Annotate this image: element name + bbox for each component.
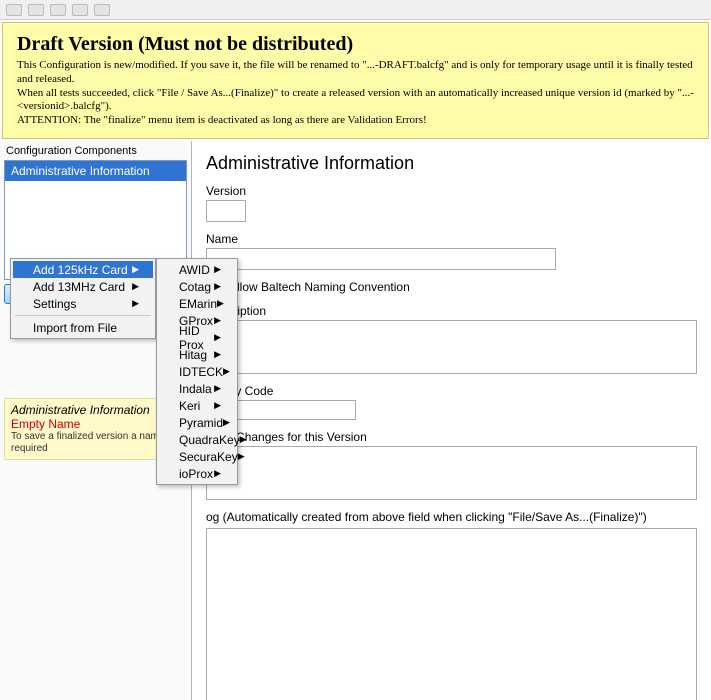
follow-naming-label: Follow Baltech Naming Convention <box>223 280 410 294</box>
toolbar-icon[interactable] <box>50 4 66 16</box>
menu-label: Import from File <box>33 321 117 335</box>
page-title: Administrative Information <box>206 153 697 174</box>
toolbar <box>0 0 711 20</box>
submenu-quadrakey[interactable]: QuadraKey▶ <box>159 431 235 448</box>
validation-warning: Empty Name <box>11 417 180 431</box>
component-item-admin-info[interactable]: Administrative Information <box>5 161 186 181</box>
submenu-indala[interactable]: Indala▶ <box>159 380 235 397</box>
chevron-right-icon: ▶ <box>214 383 221 394</box>
menu-label: Cotag <box>179 280 211 294</box>
toolbar-icon[interactable] <box>94 4 110 16</box>
toolbar-icon[interactable] <box>6 4 22 16</box>
menu-label: Keri <box>179 399 200 413</box>
menu-label: Indala <box>179 382 212 396</box>
toolbar-icon[interactable] <box>72 4 88 16</box>
name-input[interactable] <box>206 248 556 270</box>
chevron-right-icon: ▶ <box>214 400 221 411</box>
menu-add-125khz[interactable]: Add 125kHz Card ▶ <box>13 261 153 278</box>
menu-import-from-file[interactable]: Import from File <box>13 319 153 336</box>
changes-input[interactable] <box>206 446 697 500</box>
submenu-pyramid[interactable]: Pyramid▶ <box>159 414 235 431</box>
chevron-right-icon: ▶ <box>214 281 221 292</box>
description-input[interactable] <box>206 320 697 374</box>
menu-label: IDTECK <box>179 365 223 379</box>
changes-label: on of Changes for this Version <box>206 430 697 444</box>
menu-label: Settings <box>33 297 76 311</box>
history-label: og (Automatically created from above fie… <box>206 510 697 524</box>
draft-banner: Draft Version (Must not be distributed) … <box>2 22 709 139</box>
banner-line: This Configuration is new/modified. If y… <box>17 59 694 87</box>
main-panel: Administrative Information Version Name … <box>192 141 711 700</box>
menu-label: ioProx <box>179 467 213 481</box>
chevron-right-icon: ▶ <box>214 349 221 360</box>
description-label: Description <box>206 304 697 318</box>
version-input[interactable] <box>206 200 246 222</box>
chevron-right-icon: ▶ <box>240 434 247 445</box>
banner-line: ATTENTION: The "finalize" menu item is d… <box>17 114 694 128</box>
menu-label: Hitag <box>179 348 207 362</box>
menu-label: SecuraKey <box>179 450 238 464</box>
chevron-right-icon: ▶ <box>214 264 221 275</box>
sidebar-title: Configuration Components <box>4 143 187 160</box>
validation-body: To save a finalized version a name is re… <box>11 431 180 455</box>
menu-label: AWID <box>179 263 210 277</box>
submenu-hidprox[interactable]: HID Prox▶ <box>159 329 235 346</box>
chevron-right-icon: ▶ <box>223 417 230 428</box>
version-label: Version <box>206 184 697 198</box>
card-type-submenu[interactable]: AWID▶ Cotag▶ EMarin▶ GProx▶ HID Prox▶ Hi… <box>156 258 238 485</box>
submenu-idteck[interactable]: IDTECK▶ <box>159 363 235 380</box>
chevron-right-icon: ▶ <box>132 264 139 275</box>
submenu-ioprox[interactable]: ioProx▶ <box>159 465 235 482</box>
chevron-right-icon: ▶ <box>132 298 139 309</box>
chevron-right-icon: ▶ <box>223 366 230 377</box>
chevron-right-icon: ▶ <box>214 315 221 326</box>
history-box <box>206 528 697 700</box>
submenu-awid[interactable]: AWID ▶ <box>159 261 235 278</box>
chevron-right-icon: ▶ <box>214 468 221 479</box>
extend-menu[interactable]: Add 125kHz Card ▶ Add 13MHz Card ▶ Setti… <box>10 258 156 339</box>
chevron-right-icon: ▶ <box>217 298 224 309</box>
menu-separator <box>15 315 151 316</box>
submenu-securakey[interactable]: SecuraKey▶ <box>159 448 235 465</box>
chevron-right-icon: ▶ <box>132 281 139 292</box>
submenu-emarin[interactable]: EMarin▶ <box>159 295 235 312</box>
banner-line: When all tests succeeded, click "File / … <box>17 87 694 115</box>
validation-title: Administrative Information <box>11 403 180 417</box>
name-label: Name <box>206 232 697 246</box>
menu-label: QuadraKey <box>179 433 240 447</box>
menu-add-13mhz[interactable]: Add 13MHz Card ▶ <box>13 278 153 295</box>
security-code-label: ecurity Code <box>206 384 697 398</box>
menu-label: Add 13MHz Card <box>33 280 125 294</box>
menu-label: Pyramid <box>179 416 223 430</box>
chevron-right-icon: ▶ <box>238 451 245 462</box>
menu-label: EMarin <box>179 297 217 311</box>
menu-settings[interactable]: Settings ▶ <box>13 295 153 312</box>
submenu-cotag[interactable]: Cotag▶ <box>159 278 235 295</box>
menu-label: Add 125kHz Card <box>33 263 128 277</box>
submenu-hitag[interactable]: Hitag ▶ <box>159 346 235 363</box>
banner-title: Draft Version (Must not be distributed) <box>17 33 694 56</box>
toolbar-icon[interactable] <box>28 4 44 16</box>
chevron-right-icon: ▶ <box>214 332 221 343</box>
submenu-keri[interactable]: Keri ▶ <box>159 397 235 414</box>
